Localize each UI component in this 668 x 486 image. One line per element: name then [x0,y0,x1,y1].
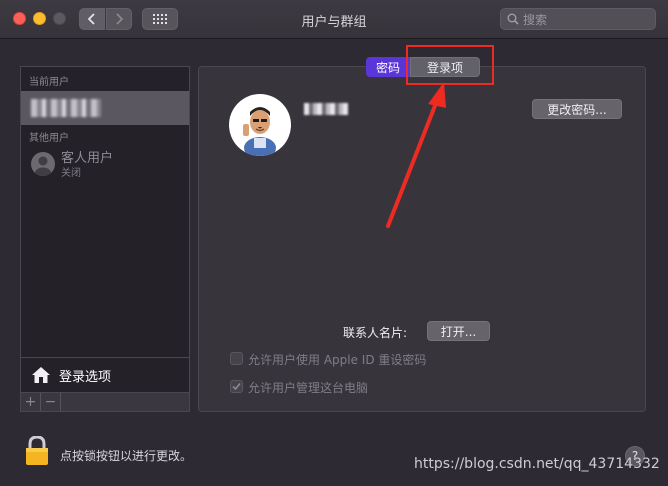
lock-instruction-text: 点按锁按钮以进行更改。 [60,449,193,463]
watermark-text: https://blog.csdn.net/qq_43714332 [414,456,660,472]
lock-icon[interactable] [25,435,49,470]
annotation-arrow-icon [386,82,446,228]
